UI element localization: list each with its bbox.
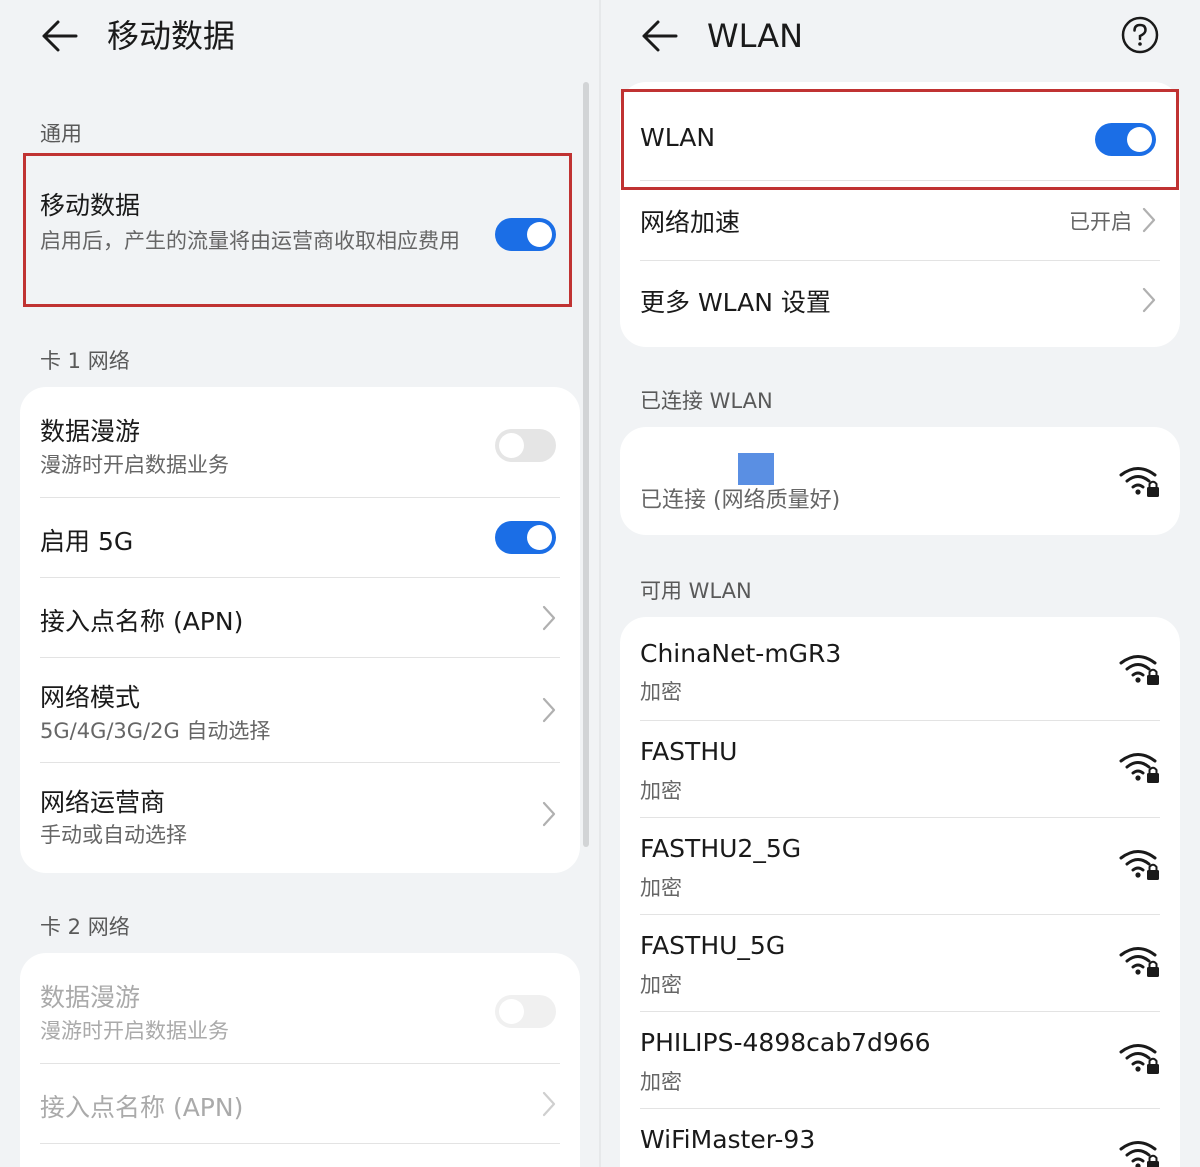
wlan-toggle[interactable] <box>1095 123 1156 156</box>
list-item-sim2-apn: 接入点名称 (APN) <box>20 1064 580 1144</box>
wifi-locked-icon <box>1119 1044 1159 1074</box>
list-item-network[interactable]: FASTHU_5G 加密 <box>620 915 1180 1012</box>
section-general-label: 通用 <box>40 122 82 146</box>
wifi-locked-icon <box>1119 947 1159 977</box>
section-sim1-label: 卡 1 网络 <box>40 349 130 373</box>
network-ssid: FASTHU2_5G <box>640 834 802 863</box>
list-item-network[interactable]: PHILIPS-4898cab7d966 加密 <box>620 1012 1180 1109</box>
mobile-data-header: 移动数据 <box>0 0 600 72</box>
wifi-locked-icon <box>1119 850 1159 880</box>
toggle-knob <box>499 433 524 458</box>
chevron-right-icon <box>1142 287 1156 313</box>
network-security: 加密 <box>640 779 682 803</box>
list-item-more-wlan-settings[interactable]: 更多 WLAN 设置 <box>620 261 1180 347</box>
data-roaming-title: 数据漫游 <box>40 417 141 446</box>
mobile-data-toggle[interactable] <box>495 218 556 251</box>
sim2-data-roaming-title: 数据漫游 <box>40 983 141 1012</box>
section-available-label: 可用 WLAN <box>640 579 752 603</box>
divider <box>40 1143 560 1144</box>
wifi-locked-icon <box>1119 1141 1159 1167</box>
chevron-right-icon <box>542 605 556 631</box>
chevron-right-icon <box>1142 207 1156 233</box>
page-title: WLAN <box>707 17 804 55</box>
toggle-knob <box>1127 127 1152 152</box>
chevron-right-icon <box>542 1091 556 1117</box>
apn-title: 接入点名称 (APN) <box>40 607 244 636</box>
list-item-network-mode[interactable]: 网络模式 5G/4G/3G/2G 自动选择 <box>20 658 580 763</box>
section-sim2-label: 卡 2 网络 <box>40 915 130 939</box>
sim2-data-roaming-toggle <box>495 995 556 1028</box>
network-mode-subtitle: 5G/4G/3G/2G 自动选择 <box>40 719 271 743</box>
mobile-data-screen: 移动数据 通用 移动数据 启用后，产生的流量将由运营商收取相应费用 卡 1 网络… <box>0 0 600 1167</box>
network-ssid: WiFiMaster-93 <box>640 1125 816 1154</box>
wifi-locked-icon <box>1119 467 1159 497</box>
list-item-sim2-data-roaming: 数据漫游 漫游时开启数据业务 <box>20 953 580 1064</box>
back-arrow-icon[interactable] <box>640 18 680 54</box>
wlan-screen: WLAN WLAN 网络加速 已开启 更多 WLAN 设置 已连接 WLAN 已… <box>600 0 1200 1167</box>
mobile-data-title: 移动数据 <box>40 191 141 220</box>
network-security: 加密 <box>640 876 682 900</box>
network-acceleration-title: 网络加速 <box>640 208 741 237</box>
list-item-network[interactable]: ChinaNet-mGR3 加密 <box>620 617 1180 721</box>
connected-network-card: 已连接 (网络质量好) <box>620 427 1180 535</box>
toggle-knob <box>527 525 552 550</box>
network-ssid: ChinaNet-mGR3 <box>640 639 842 668</box>
network-acceleration-value: 已开启 <box>1069 210 1132 234</box>
wlan-toggle-title: WLAN <box>640 123 716 152</box>
list-item-wlan-toggle[interactable]: WLAN <box>620 82 1180 181</box>
network-security: 加密 <box>640 680 682 704</box>
list-item-network[interactable]: FASTHU 加密 <box>620 721 1180 818</box>
network-ssid: FASTHU <box>640 737 738 766</box>
network-ssid: PHILIPS-4898cab7d966 <box>640 1028 931 1057</box>
list-item-network[interactable]: WiFiMaster-93 <box>620 1109 1180 1167</box>
list-item-network-operator[interactable]: 网络运营商 手动或自动选择 <box>20 763 580 873</box>
sim1-settings-card: 数据漫游 漫游时开启数据业务 启用 5G 接入点名称 (APN) 网络模式 5G… <box>20 387 580 873</box>
network-security: 加密 <box>640 973 682 997</box>
wlan-header: WLAN <box>600 0 1200 72</box>
sim2-apn-title: 接入点名称 (APN) <box>40 1093 244 1122</box>
toggle-knob <box>499 999 524 1024</box>
chevron-right-icon <box>542 801 556 827</box>
section-connected-label: 已连接 WLAN <box>640 389 773 413</box>
connected-status: 已连接 (网络质量好) <box>640 488 841 513</box>
mobile-data-row[interactable]: 移动数据 启用后，产生的流量将由运营商收取相应费用 <box>20 156 580 306</box>
network-ssid: FASTHU_5G <box>640 931 786 960</box>
wifi-locked-icon <box>1119 753 1159 783</box>
list-item-network-acceleration[interactable]: 网络加速 已开启 <box>620 181 1180 261</box>
scrollbar[interactable] <box>583 82 589 847</box>
list-item-network[interactable]: FASTHU2_5G 加密 <box>620 818 1180 915</box>
help-icon[interactable] <box>1120 15 1160 55</box>
list-item-sim1-apn[interactable]: 接入点名称 (APN) <box>20 578 580 658</box>
sim2-settings-card: 数据漫游 漫游时开启数据业务 接入点名称 (APN) <box>20 953 580 1167</box>
network-security: 加密 <box>640 1070 682 1094</box>
connected-ssid-redacted <box>738 453 774 485</box>
data-roaming-toggle[interactable] <box>495 429 556 462</box>
mobile-data-subtitle: 启用后，产生的流量将由运营商收取相应费用 <box>40 229 460 253</box>
page-title: 移动数据 <box>107 17 236 55</box>
more-wlan-settings-title: 更多 WLAN 设置 <box>640 288 831 317</box>
chevron-right-icon <box>542 697 556 723</box>
back-arrow-icon[interactable] <box>40 18 80 54</box>
wlan-main-card: WLAN 网络加速 已开启 更多 WLAN 设置 <box>620 82 1180 347</box>
data-roaming-subtitle: 漫游时开启数据业务 <box>40 453 229 477</box>
list-item-sim1-data-roaming[interactable]: 数据漫游 漫游时开启数据业务 <box>20 387 580 498</box>
available-networks-card: ChinaNet-mGR3 加密 FASTHU 加密 FASTHU2_5G 加密… <box>620 617 1180 1167</box>
network-operator-title: 网络运营商 <box>40 788 166 817</box>
enable-5g-title: 启用 5G <box>40 527 134 556</box>
network-operator-subtitle: 手动或自动选择 <box>40 823 187 847</box>
sim2-data-roaming-subtitle: 漫游时开启数据业务 <box>40 1019 229 1043</box>
toggle-knob <box>527 222 552 247</box>
enable-5g-toggle[interactable] <box>495 521 556 554</box>
wifi-locked-icon <box>1119 655 1159 685</box>
list-item-enable-5g[interactable]: 启用 5G <box>20 498 580 578</box>
network-mode-title: 网络模式 <box>40 683 141 712</box>
list-item-connected-network[interactable]: 已连接 (网络质量好) <box>620 427 1180 535</box>
